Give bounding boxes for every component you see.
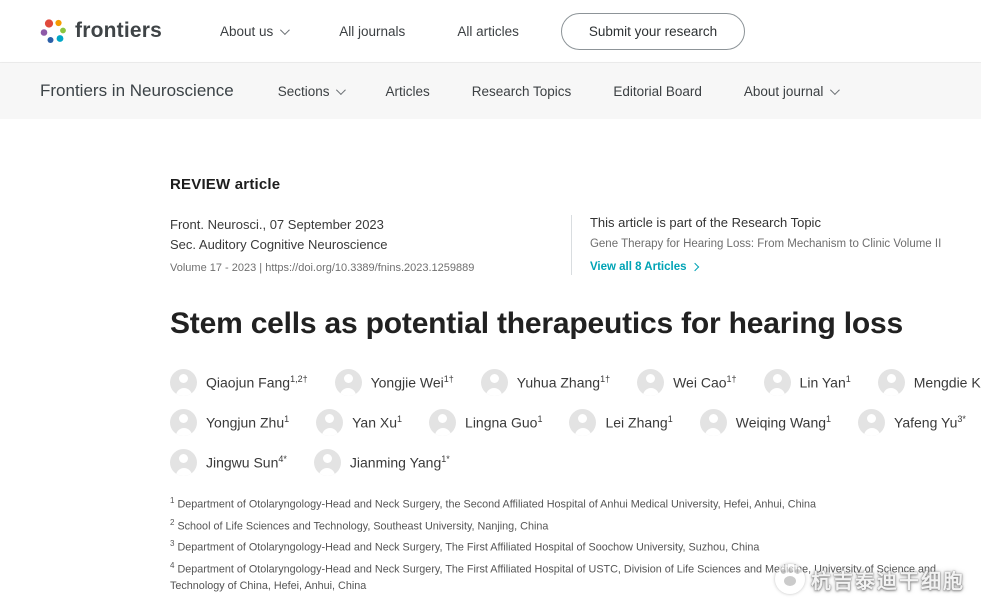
author-chip[interactable]: Weiqing Wang1 (700, 409, 831, 436)
article-title: Stem cells as potential therapeutics for… (170, 305, 960, 343)
affiliation-line: 2School of Life Sciences and Technology,… (170, 514, 965, 536)
author-name: Yan Xu1 (352, 414, 402, 431)
nav-editorial-board[interactable]: Editorial Board (613, 84, 702, 99)
nav-about-journal-label: About journal (744, 84, 824, 99)
affiliation-line: 4Department of Otolaryngology-Head and N… (170, 557, 965, 596)
avatar (429, 409, 456, 436)
citation-doi-line: Volume 17 - 2023 | https://doi.org/10.33… (170, 262, 553, 274)
nav-all-journals-label: All journals (339, 24, 405, 39)
author-name: Lin Yan1 (800, 374, 851, 391)
citation-block: Front. Neurosci., 07 September 2023 Sec.… (170, 215, 553, 275)
avatar (335, 369, 362, 396)
citation-line-2: Sec. Auditory Cognitive Neuroscience (170, 235, 553, 255)
nav-about-journal[interactable]: About journal (744, 84, 838, 99)
research-topic-title[interactable]: Gene Therapy for Hearing Loss: From Mech… (590, 237, 960, 252)
avatar (170, 409, 197, 436)
nav-about-us-label: About us (220, 24, 273, 39)
top-nav: About us All journals All articles (220, 24, 519, 39)
nav-sections-label: Sections (278, 84, 330, 99)
avatar (858, 409, 885, 436)
nav-all-articles-label: All articles (457, 24, 519, 39)
avatar (170, 369, 197, 396)
author-chip[interactable]: Mengdie Kong2 (878, 369, 981, 396)
avatar (481, 369, 508, 396)
research-topic-intro: This article is part of the Research Top… (590, 215, 960, 230)
author-name: Yuhua Zhang1† (517, 374, 610, 391)
avatar (637, 369, 664, 396)
article-meta: Front. Neurosci., 07 September 2023 Sec.… (170, 215, 960, 275)
nav-editorial-board-label: Editorial Board (613, 84, 702, 99)
chevron-down-icon (280, 25, 290, 35)
author-chip[interactable]: Jingwu Sun4* (170, 449, 287, 476)
view-all-articles-link[interactable]: View all 8 Articles (590, 261, 698, 273)
nav-all-journals[interactable]: All journals (339, 24, 405, 39)
research-topic-block: This article is part of the Research Top… (590, 215, 960, 275)
author-name: Wei Cao1† (673, 374, 736, 391)
author-name: Lingna Guo1 (465, 414, 542, 431)
author-name: Jingwu Sun4* (206, 454, 287, 471)
author-name: Yafeng Yu3* (894, 414, 966, 431)
author-chip[interactable]: Yan Xu1 (316, 409, 402, 436)
author-name: Mengdie Kong2 (914, 374, 981, 391)
author-name: Yongjie Wei1† (371, 374, 454, 391)
author-chip[interactable]: Jianming Yang1* (314, 449, 450, 476)
author-chip[interactable]: Yuhua Zhang1† (481, 369, 610, 396)
top-header: frontiers About us All journals All arti… (0, 0, 981, 63)
author-name: Qiaojun Fang1,2† (206, 374, 308, 391)
view-all-articles-label: View all 8 Articles (590, 261, 687, 273)
nav-about-us[interactable]: About us (220, 24, 287, 39)
author-name: Jianming Yang1* (350, 454, 450, 471)
author-name: Yongjun Zhu1 (206, 414, 289, 431)
chevron-down-icon (336, 85, 346, 95)
frontiers-logo[interactable]: frontiers (40, 18, 162, 45)
journal-title-link[interactable]: Frontiers in Neuroscience (40, 81, 234, 101)
author-chip[interactable]: Yongjun Zhu1 (170, 409, 289, 436)
vertical-divider (571, 215, 572, 275)
nav-research-topics[interactable]: Research Topics (472, 84, 572, 99)
author-chip[interactable]: Lingna Guo1 (429, 409, 542, 436)
nav-research-topics-label: Research Topics (472, 84, 572, 99)
author-name: Weiqing Wang1 (736, 414, 831, 431)
author-list: Qiaojun Fang1,2† Yongjie Wei1† Yuhua Zha… (170, 369, 970, 476)
avatar (878, 369, 905, 396)
frontiers-logo-icon (40, 18, 67, 45)
nav-sections[interactable]: Sections (278, 84, 344, 99)
avatar (170, 449, 197, 476)
affiliation-line: 3Department of Otolaryngology-Head and N… (170, 535, 965, 557)
author-chip[interactable]: Qiaojun Fang1,2† (170, 369, 308, 396)
chevron-right-icon (690, 263, 698, 271)
journal-links: Sections Articles Research Topics Editor… (278, 84, 838, 99)
author-chip[interactable]: Yongjie Wei1† (335, 369, 454, 396)
logo-wordmark: frontiers (75, 19, 162, 43)
author-chip[interactable]: Wei Cao1† (637, 369, 736, 396)
avatar (314, 449, 341, 476)
author-chip[interactable]: Lei Zhang1 (569, 409, 672, 436)
affiliation-list: 1Department of Otolaryngology-Head and N… (170, 492, 965, 595)
nav-articles-label: Articles (385, 84, 429, 99)
author-chip[interactable]: Yafeng Yu3* (858, 409, 966, 436)
avatar (700, 409, 727, 436)
citation-line-1: Front. Neurosci., 07 September 2023 (170, 215, 553, 235)
author-chip[interactable]: Lin Yan1 (764, 369, 851, 396)
article-type-label: REVIEW article (170, 176, 960, 193)
avatar (316, 409, 343, 436)
nav-articles[interactable]: Articles (385, 84, 429, 99)
article-page: REVIEW article Front. Neurosci., 07 Sept… (0, 119, 981, 602)
author-name: Lei Zhang1 (605, 414, 672, 431)
nav-all-articles[interactable]: All articles (457, 24, 519, 39)
submit-research-button[interactable]: Submit your research (561, 13, 745, 50)
avatar (569, 409, 596, 436)
journal-nav: Frontiers in Neuroscience Sections Artic… (0, 63, 981, 119)
author-row: Yongjun Zhu1 Yan Xu1 Lingna Guo1 Lei Zha… (170, 409, 970, 436)
author-row: Qiaojun Fang1,2† Yongjie Wei1† Yuhua Zha… (170, 369, 970, 396)
chevron-down-icon (830, 85, 840, 95)
affiliation-line: 1Department of Otolaryngology-Head and N… (170, 492, 965, 514)
author-row: Jingwu Sun4* Jianming Yang1* (170, 449, 970, 476)
avatar (764, 369, 791, 396)
